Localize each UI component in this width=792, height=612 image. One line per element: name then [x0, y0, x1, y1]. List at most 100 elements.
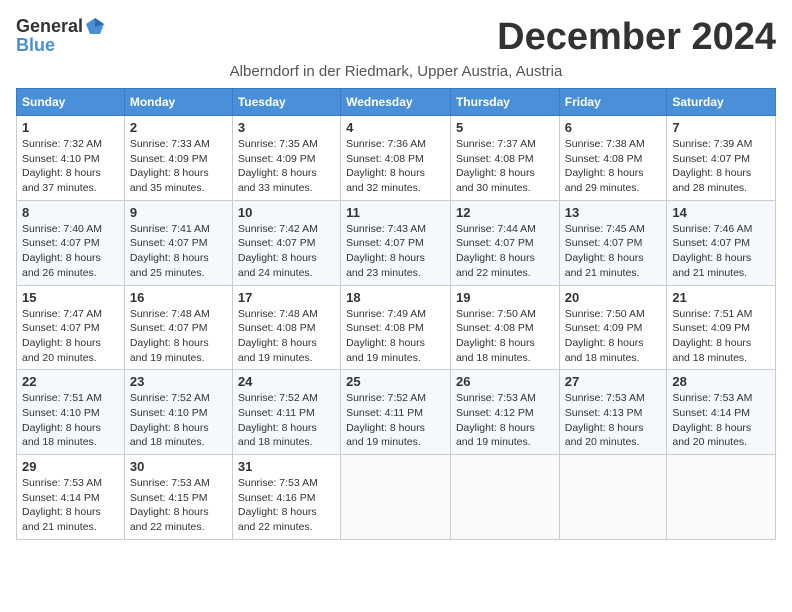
sunset-text: Sunset: 4:08 PM: [456, 153, 534, 165]
sunset-text: Sunset: 4:12 PM: [456, 407, 534, 419]
day-number: 4: [346, 120, 445, 135]
daylight-text: Daylight: 8 hours and 18 minutes.: [22, 422, 101, 449]
day-info: Sunrise: 7:51 AM Sunset: 4:10 PM Dayligh…: [22, 391, 119, 450]
calendar-cell: 12 Sunrise: 7:44 AM Sunset: 4:07 PM Dayl…: [450, 200, 559, 285]
sunrise-text: Sunrise: 7:51 AM: [22, 392, 102, 404]
calendar-cell: [667, 455, 776, 540]
day-number: 19: [456, 290, 554, 305]
daylight-text: Daylight: 8 hours and 20 minutes.: [672, 422, 751, 449]
month-title: December 2024: [497, 16, 776, 59]
sunrise-text: Sunrise: 7:37 AM: [456, 138, 536, 150]
sunrise-text: Sunrise: 7:39 AM: [672, 138, 752, 150]
sunset-text: Sunset: 4:11 PM: [238, 407, 315, 419]
sunset-text: Sunset: 4:08 PM: [346, 153, 424, 165]
sunset-text: Sunset: 4:14 PM: [22, 492, 100, 504]
sunrise-text: Sunrise: 7:32 AM: [22, 138, 102, 150]
sunrise-text: Sunrise: 7:53 AM: [672, 392, 752, 404]
day-info: Sunrise: 7:49 AM Sunset: 4:08 PM Dayligh…: [346, 307, 445, 366]
daylight-text: Daylight: 8 hours and 32 minutes.: [346, 167, 425, 194]
day-info: Sunrise: 7:42 AM Sunset: 4:07 PM Dayligh…: [238, 222, 335, 281]
day-info: Sunrise: 7:50 AM Sunset: 4:08 PM Dayligh…: [456, 307, 554, 366]
sunrise-text: Sunrise: 7:51 AM: [672, 308, 752, 320]
daylight-text: Daylight: 8 hours and 29 minutes.: [565, 167, 644, 194]
day-info: Sunrise: 7:52 AM Sunset: 4:10 PM Dayligh…: [130, 391, 227, 450]
daylight-text: Daylight: 8 hours and 18 minutes.: [456, 337, 535, 364]
daylight-text: Daylight: 8 hours and 33 minutes.: [238, 167, 317, 194]
col-wednesday: Wednesday: [341, 89, 451, 116]
day-number: 12: [456, 205, 554, 220]
day-number: 30: [130, 459, 227, 474]
sunrise-text: Sunrise: 7:50 AM: [456, 308, 536, 320]
sunrise-text: Sunrise: 7:45 AM: [565, 223, 645, 235]
sunset-text: Sunset: 4:13 PM: [565, 407, 643, 419]
day-number: 9: [130, 205, 227, 220]
calendar-table: Sunday Monday Tuesday Wednesday Thursday…: [16, 88, 776, 540]
sunrise-text: Sunrise: 7:53 AM: [22, 477, 102, 489]
day-info: Sunrise: 7:53 AM Sunset: 4:14 PM Dayligh…: [672, 391, 770, 450]
day-number: 6: [565, 120, 662, 135]
day-number: 3: [238, 120, 335, 135]
calendar-cell: [559, 455, 667, 540]
day-info: Sunrise: 7:47 AM Sunset: 4:07 PM Dayligh…: [22, 307, 119, 366]
daylight-text: Daylight: 8 hours and 18 minutes.: [238, 422, 317, 449]
sunset-text: Sunset: 4:09 PM: [565, 322, 643, 334]
calendar-cell: 7 Sunrise: 7:39 AM Sunset: 4:07 PM Dayli…: [667, 116, 776, 201]
daylight-text: Daylight: 8 hours and 18 minutes.: [672, 337, 751, 364]
sunrise-text: Sunrise: 7:52 AM: [130, 392, 210, 404]
daylight-text: Daylight: 8 hours and 21 minutes.: [672, 252, 751, 279]
sunset-text: Sunset: 4:11 PM: [346, 407, 423, 419]
day-number: 17: [238, 290, 335, 305]
sunset-text: Sunset: 4:09 PM: [130, 153, 208, 165]
day-info: Sunrise: 7:52 AM Sunset: 4:11 PM Dayligh…: [238, 391, 335, 450]
page-container: General Blue December 2024 Alberndorf in…: [16, 16, 776, 540]
calendar-week-row: 1 Sunrise: 7:32 AM Sunset: 4:10 PM Dayli…: [17, 116, 776, 201]
day-number: 16: [130, 290, 227, 305]
calendar-cell: 11 Sunrise: 7:43 AM Sunset: 4:07 PM Dayl…: [341, 200, 451, 285]
sunset-text: Sunset: 4:07 PM: [238, 237, 316, 249]
sunset-text: Sunset: 4:07 PM: [22, 322, 100, 334]
day-number: 25: [346, 374, 445, 389]
sunrise-text: Sunrise: 7:53 AM: [565, 392, 645, 404]
day-info: Sunrise: 7:50 AM Sunset: 4:09 PM Dayligh…: [565, 307, 662, 366]
day-number: 18: [346, 290, 445, 305]
sunset-text: Sunset: 4:10 PM: [22, 153, 100, 165]
logo-text: General Blue: [16, 16, 107, 56]
sunrise-text: Sunrise: 7:48 AM: [130, 308, 210, 320]
day-info: Sunrise: 7:46 AM Sunset: 4:07 PM Dayligh…: [672, 222, 770, 281]
day-info: Sunrise: 7:33 AM Sunset: 4:09 PM Dayligh…: [130, 137, 227, 196]
col-monday: Monday: [124, 89, 232, 116]
sunset-text: Sunset: 4:07 PM: [130, 322, 208, 334]
day-info: Sunrise: 7:38 AM Sunset: 4:08 PM Dayligh…: [565, 137, 662, 196]
sunset-text: Sunset: 4:07 PM: [672, 153, 750, 165]
sunrise-text: Sunrise: 7:48 AM: [238, 308, 318, 320]
day-number: 21: [672, 290, 770, 305]
daylight-text: Daylight: 8 hours and 18 minutes.: [130, 422, 209, 449]
sunrise-text: Sunrise: 7:50 AM: [565, 308, 645, 320]
sunrise-text: Sunrise: 7:53 AM: [130, 477, 210, 489]
sunrise-text: Sunrise: 7:43 AM: [346, 223, 426, 235]
calendar-cell: 27 Sunrise: 7:53 AM Sunset: 4:13 PM Dayl…: [559, 370, 667, 455]
calendar-cell: 21 Sunrise: 7:51 AM Sunset: 4:09 PM Dayl…: [667, 285, 776, 370]
sunrise-text: Sunrise: 7:42 AM: [238, 223, 318, 235]
daylight-text: Daylight: 8 hours and 21 minutes.: [22, 506, 101, 533]
sunset-text: Sunset: 4:07 PM: [456, 237, 534, 249]
day-info: Sunrise: 7:36 AM Sunset: 4:08 PM Dayligh…: [346, 137, 445, 196]
daylight-text: Daylight: 8 hours and 20 minutes.: [22, 337, 101, 364]
daylight-text: Daylight: 8 hours and 24 minutes.: [238, 252, 317, 279]
sunrise-text: Sunrise: 7:41 AM: [130, 223, 210, 235]
daylight-text: Daylight: 8 hours and 30 minutes.: [456, 167, 535, 194]
sunrise-text: Sunrise: 7:38 AM: [565, 138, 645, 150]
daylight-text: Daylight: 8 hours and 35 minutes.: [130, 167, 209, 194]
day-number: 15: [22, 290, 119, 305]
day-number: 10: [238, 205, 335, 220]
calendar-cell: 25 Sunrise: 7:52 AM Sunset: 4:11 PM Dayl…: [341, 370, 451, 455]
day-number: 13: [565, 205, 662, 220]
day-info: Sunrise: 7:48 AM Sunset: 4:08 PM Dayligh…: [238, 307, 335, 366]
sunset-text: Sunset: 4:08 PM: [346, 322, 424, 334]
calendar-cell: 3 Sunrise: 7:35 AM Sunset: 4:09 PM Dayli…: [232, 116, 340, 201]
daylight-text: Daylight: 8 hours and 19 minutes.: [130, 337, 209, 364]
calendar-cell: 5 Sunrise: 7:37 AM Sunset: 4:08 PM Dayli…: [450, 116, 559, 201]
col-sunday: Sunday: [17, 89, 125, 116]
sunrise-text: Sunrise: 7:36 AM: [346, 138, 426, 150]
calendar-cell: 6 Sunrise: 7:38 AM Sunset: 4:08 PM Dayli…: [559, 116, 667, 201]
